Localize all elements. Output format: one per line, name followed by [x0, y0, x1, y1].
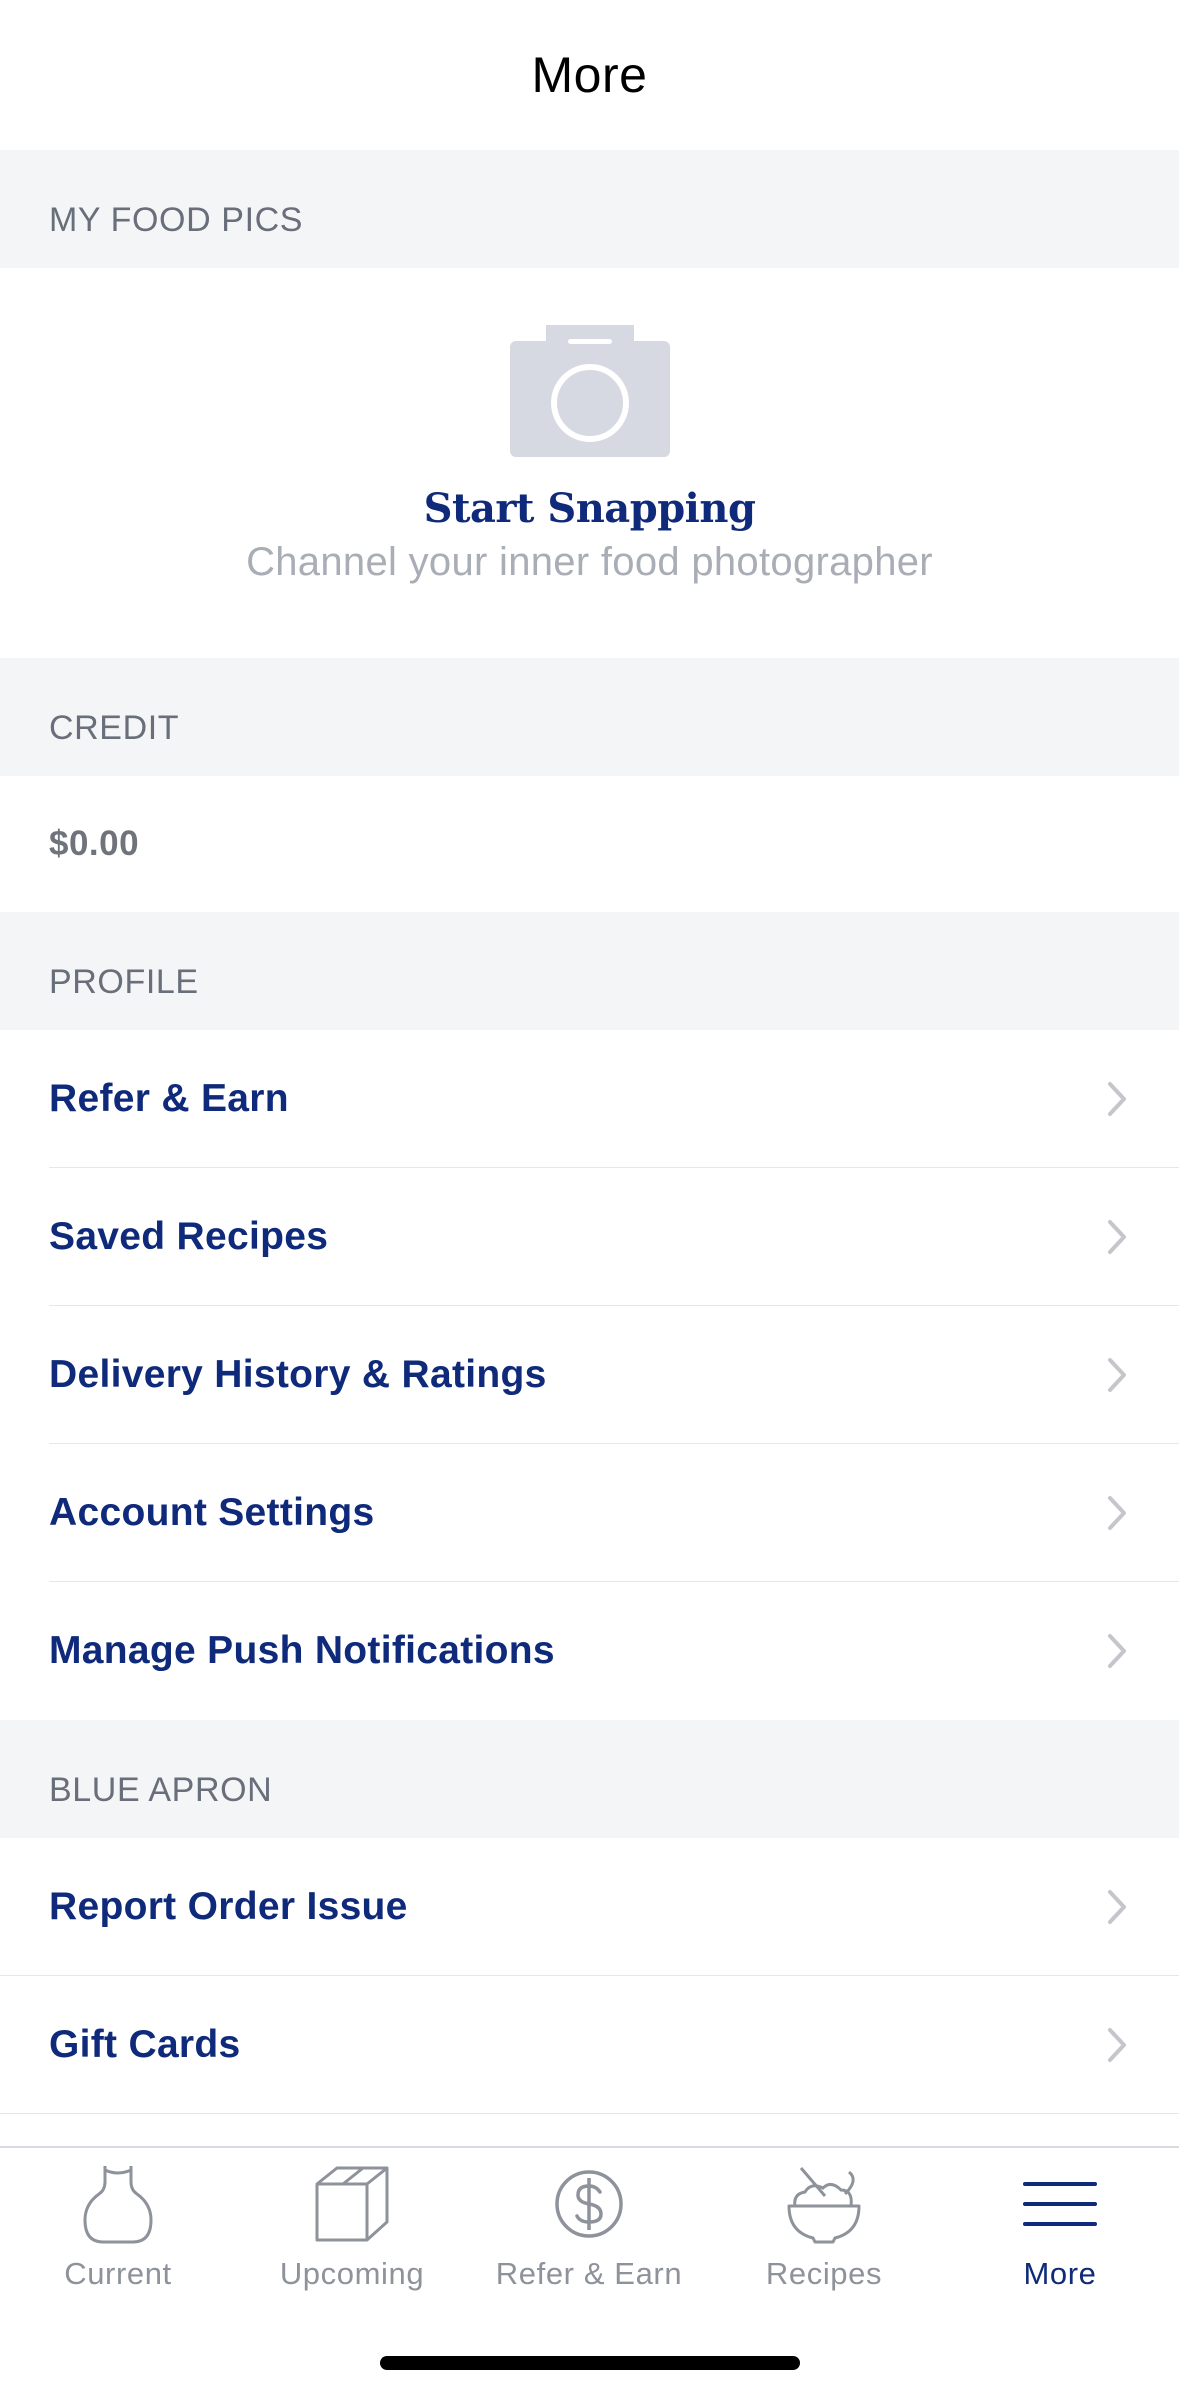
dollar-coin-icon — [555, 2170, 623, 2238]
section-header-profile: PROFILE — [0, 912, 1179, 1030]
apron-icon — [83, 2166, 153, 2244]
home-indicator[interactable] — [380, 2356, 800, 2370]
section-label: MY FOOD PICS — [49, 201, 304, 239]
tab-label: More — [1023, 2256, 1097, 2291]
section-label: PROFILE — [49, 963, 199, 1001]
empty-state-subtitle: Channel your inner food photographer — [246, 540, 933, 584]
list-item-label: Manage Push Notifications — [49, 1629, 555, 1672]
tab-current[interactable]: Current — [0, 2162, 236, 2312]
list-item-delivery-history[interactable]: Delivery History & Ratings — [0, 1306, 1179, 1444]
blue-apron-list: Report Order Issue Gift Cards — [0, 1838, 1179, 2114]
more-screen: More MY FOOD PICS Start Snapping Channel… — [0, 0, 1179, 2396]
chevron-right-icon — [1108, 1082, 1126, 1116]
tab-more[interactable]: More — [942, 2162, 1178, 2312]
bowl-icon — [787, 2167, 861, 2244]
tab-label: Current — [64, 2256, 172, 2291]
tab-upcoming[interactable]: Upcoming — [234, 2162, 470, 2312]
camera-icon — [509, 325, 670, 457]
nav-header: More — [0, 0, 1179, 150]
list-item-account-settings[interactable]: Account Settings — [0, 1444, 1179, 1582]
list-item-label: Gift Cards — [49, 2023, 241, 2066]
list-item-label: Refer & Earn — [49, 1077, 289, 1120]
list-item-label: Account Settings — [49, 1491, 375, 1534]
chevron-right-icon — [1108, 2028, 1126, 2062]
chevron-right-icon — [1108, 1634, 1126, 1668]
credit-amount-row: $0.00 — [0, 776, 1179, 912]
chevron-right-icon — [1108, 1890, 1126, 1924]
chevron-right-icon — [1108, 1358, 1126, 1392]
chevron-right-icon — [1108, 1496, 1126, 1530]
tab-label: Refer & Earn — [495, 2256, 683, 2291]
list-item-gift-cards[interactable]: Gift Cards — [0, 1976, 1179, 2114]
list-item-label: Delivery History & Ratings — [49, 1353, 547, 1396]
tab-label: Upcoming — [279, 2256, 425, 2291]
list-item-refer-earn[interactable]: Refer & Earn — [0, 1030, 1179, 1168]
list-item-label: Report Order Issue — [49, 1885, 408, 1928]
food-pics-empty-state[interactable]: Start Snapping Channel your inner food p… — [0, 268, 1179, 658]
list-item-saved-recipes[interactable]: Saved Recipes — [0, 1168, 1179, 1306]
tab-recipes[interactable]: Recipes — [706, 2162, 942, 2312]
section-label: BLUE APRON — [49, 1771, 273, 1809]
list-item-label: Saved Recipes — [49, 1215, 329, 1258]
credit-amount: $0.00 — [49, 824, 140, 863]
section-label: CREDIT — [49, 709, 180, 747]
list-item-report-order-issue[interactable]: Report Order Issue — [0, 1838, 1179, 1976]
section-header-credit: CREDIT — [0, 658, 1179, 776]
menu-icon — [1023, 2182, 1097, 2226]
section-header-blue-apron: BLUE APRON — [0, 1720, 1179, 1838]
chevron-right-icon — [1108, 1220, 1126, 1254]
tab-label: Recipes — [765, 2256, 883, 2291]
empty-state-title: Start Snapping — [423, 485, 756, 532]
page-title: More — [531, 47, 648, 103]
box-icon — [315, 2166, 389, 2242]
section-header-food-pics: MY FOOD PICS — [0, 150, 1179, 268]
profile-list: Refer & Earn Saved Recipes Delivery Hist… — [0, 1030, 1179, 1720]
tab-refer-earn[interactable]: Refer & Earn — [471, 2162, 707, 2312]
list-item-push-notifications[interactable]: Manage Push Notifications — [0, 1582, 1179, 1720]
